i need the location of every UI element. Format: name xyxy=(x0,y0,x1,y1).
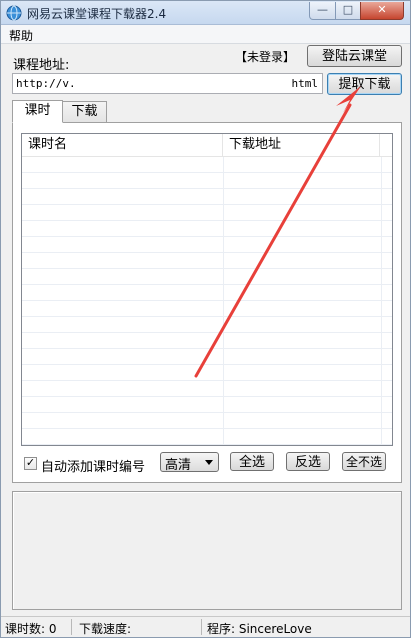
status-download-speed: 下载速度: xyxy=(79,622,132,636)
title-bar[interactable]: 网易云课堂课程下载器2.4 — □ ✕ xyxy=(1,1,410,25)
course-url-input[interactable]: http://v. html xyxy=(12,73,323,94)
log-output-box[interactable] xyxy=(12,491,402,610)
menu-bar: 帮助 xyxy=(1,25,410,44)
invert-selection-button[interactable]: 反选 xyxy=(286,452,330,471)
select-none-button[interactable]: 全不选 xyxy=(342,452,386,471)
menu-item-help[interactable]: 帮助 xyxy=(9,27,33,44)
login-button[interactable]: 登陆云课堂 xyxy=(307,45,402,67)
login-status: 【未登录】 xyxy=(235,50,296,64)
minimize-button[interactable]: — xyxy=(309,2,336,20)
column-header-lesson-name[interactable]: 课时名 xyxy=(22,134,223,157)
chevron-down-icon xyxy=(205,460,213,465)
course-url-value-start: http://v. xyxy=(16,77,76,90)
auto-number-label[interactable]: 自动添加课时编号 xyxy=(41,456,145,475)
status-separator xyxy=(71,619,72,635)
status-bar: 课时数: 0 下载速度: 程序: SincereLove xyxy=(1,616,410,637)
quality-select[interactable]: 高清 xyxy=(160,452,219,473)
main-window: 网易云课堂课程下载器2.4 — □ ✕ 帮助 课程地址: 【未登录】 登陆云课堂… xyxy=(0,0,411,638)
quality-selected-value: 高清 xyxy=(165,458,192,473)
column-divider xyxy=(223,157,224,445)
lessons-tab-panel: 课时名 下载地址 ✓ 自动添加课时编号 高清 全选 反选 全不选 xyxy=(12,122,402,483)
close-button[interactable]: ✕ xyxy=(360,2,404,20)
select-all-button[interactable]: 全选 xyxy=(230,452,274,471)
course-url-value-end: html xyxy=(291,77,319,90)
column-header-filler xyxy=(380,134,392,157)
course-url-label: 课程地址: xyxy=(13,58,70,73)
globe-icon xyxy=(6,5,22,21)
lesson-list[interactable]: 课时名 下载地址 xyxy=(21,133,393,446)
auto-number-checkbox[interactable]: ✓ xyxy=(24,457,37,470)
maximize-button[interactable]: □ xyxy=(335,2,361,20)
status-lesson-count: 课时数: 0 xyxy=(5,622,57,636)
window-title: 网易云课堂课程下载器2.4 xyxy=(27,7,167,21)
column-header-download-url[interactable]: 下载地址 xyxy=(223,134,380,157)
tab-lessons[interactable]: 课时 xyxy=(12,100,63,123)
list-scroll-gutter xyxy=(381,157,392,445)
status-separator xyxy=(201,619,202,635)
status-program: 程序: SincereLove xyxy=(207,622,312,636)
extract-download-button[interactable]: 提取下载 xyxy=(327,73,402,95)
list-header: 课时名 下载地址 xyxy=(22,134,392,157)
tab-downloads[interactable]: 下载 xyxy=(62,101,107,122)
